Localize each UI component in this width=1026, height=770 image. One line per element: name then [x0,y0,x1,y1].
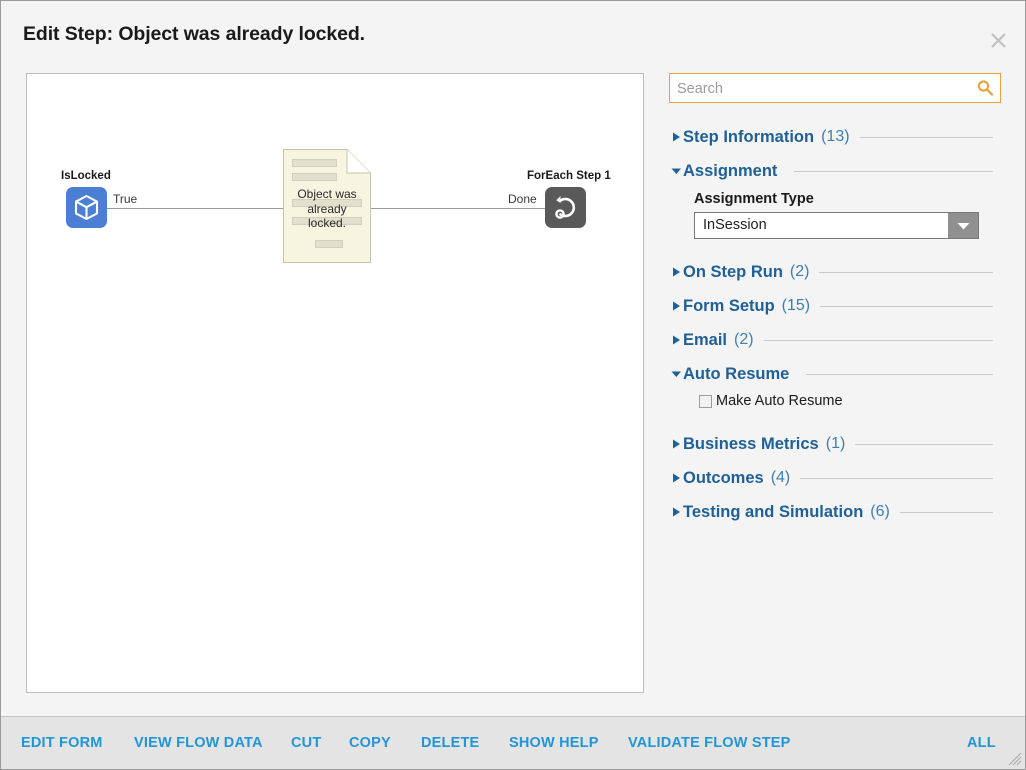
note-text: Object was already locked. [297,187,357,230]
footer-toolbar: EDIT FORM VIEW FLOW DATA CUT COPY DELETE… [1,716,1025,769]
section-count: (2) [789,263,810,280]
cube-icon [74,194,99,221]
assignment-type-value: InSession [703,217,767,233]
note-placeholder-bar [292,159,337,167]
section-count: (2) [734,331,754,348]
section-count: (15) [781,297,811,314]
chevron-right-icon [669,335,683,345]
chevron-right-icon [669,439,683,449]
flow-node-foreach[interactable] [545,187,586,228]
search-icon[interactable] [976,79,994,97]
make-auto-resume-label: Make Auto Resume [716,393,843,409]
show-help-button[interactable]: SHOW HELP [509,735,599,751]
section-on-step-run[interactable]: On Step Run (2) [669,260,1001,284]
assignment-type-select[interactable]: InSession [694,212,979,239]
chevron-right-icon [669,301,683,311]
search-input[interactable] [675,74,969,104]
loop-arrow-icon [555,196,576,219]
section-title: Auto Resume [683,364,790,383]
section-email[interactable]: Email (2) [669,328,1001,352]
flow-node-islocked[interactable] [66,187,107,228]
copy-button[interactable]: COPY [349,735,391,751]
section-form-setup[interactable]: Form Setup (15) [669,294,1001,318]
flow-node-note[interactable]: Object was already locked. [283,149,371,263]
dialog-title: Edit Step: Object was already locked. [23,23,365,45]
note-placeholder-bar [292,173,337,181]
edge-label-true: True [113,192,138,206]
chevron-right-icon [669,267,683,277]
section-count: (13) [821,128,850,145]
section-step-information[interactable]: Step Information (13) [669,125,1001,149]
section-count: (4) [770,469,791,486]
section-rule [820,305,993,307]
section-count: (1) [825,435,846,452]
delete-button[interactable]: DELETE [421,735,479,751]
section-title: Testing and Simulation [683,502,864,521]
assignment-type-label: Assignment Type [694,191,814,207]
section-outcomes[interactable]: Outcomes (4) [669,466,1001,490]
chevron-right-icon [669,473,683,483]
connector-true [107,208,283,209]
section-assignment[interactable]: Assignment [669,159,1001,183]
section-title: Step Information [683,127,815,146]
section-auto-resume[interactable]: Auto Resume [669,362,1001,386]
search-box[interactable] [669,73,1001,104]
section-title: Outcomes [683,468,764,487]
make-auto-resume-checkbox[interactable] [699,394,712,408]
chevron-down-icon[interactable] [948,213,978,238]
chevron-right-icon [669,132,683,142]
node-label-foreach: ForEach Step 1 [527,170,611,182]
section-rule [819,271,993,273]
section-rule [855,443,993,445]
make-auto-resume-row[interactable]: Make Auto Resume [699,393,843,409]
dialog-titlebar: Edit Step: Object was already locked. [1,1,1025,62]
validate-flow-step-button[interactable]: VALIDATE FLOW STEP [628,735,791,751]
section-title: Form Setup [683,296,775,315]
section-rule [800,477,993,479]
edge-label-done: Done [508,192,537,206]
chevron-down-icon [669,167,683,175]
section-title: Email [683,330,728,349]
section-business-metrics[interactable]: Business Metrics (1) [669,432,1001,456]
all-button[interactable]: ALL [967,735,996,751]
section-title: Business Metrics [683,434,819,453]
note-placeholder-bar [315,240,343,248]
section-rule [763,339,993,341]
properties-panel: Step Information (13) Assignment Assignm… [669,73,1001,693]
section-title: On Step Run [683,262,783,281]
cut-button[interactable]: CUT [291,735,321,751]
flow-canvas[interactable]: IsLocked True Object was already locked.… [26,73,644,693]
section-testing-and-simulation[interactable]: Testing and Simulation (6) [669,500,1001,524]
connector-done [371,208,545,209]
section-count: (6) [870,503,890,520]
section-rule [859,136,993,138]
section-rule [806,373,993,375]
node-label-islocked: IsLocked [61,170,111,182]
section-rule [794,170,993,172]
chevron-right-icon [669,507,683,517]
edit-form-button[interactable]: EDIT FORM [21,735,103,751]
chevron-down-icon [669,370,683,378]
view-flow-data-button[interactable]: VIEW FLOW DATA [134,735,263,751]
section-rule [899,511,993,513]
section-title: Assignment [683,161,778,180]
close-icon[interactable] [985,27,1011,53]
edit-step-dialog: Edit Step: Object was already locked. Is… [0,0,1026,770]
resize-grip[interactable] [1008,752,1022,766]
